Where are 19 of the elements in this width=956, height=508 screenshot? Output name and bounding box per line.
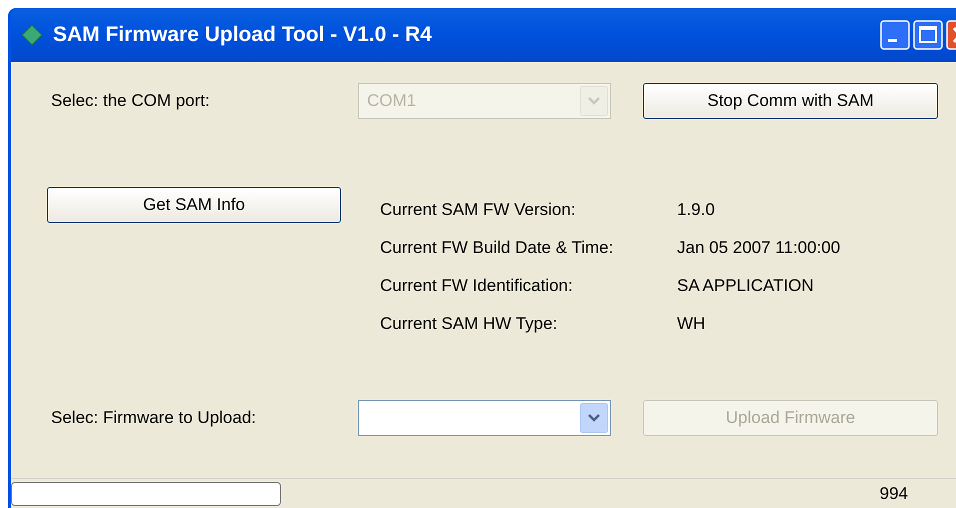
- firmware-label: Selec: Firmware to Upload:: [51, 407, 258, 430]
- info-value: Jan 05 2007 11:00:00: [677, 237, 840, 260]
- window-title: SAM Firmware Upload Tool - V1.0 - R4: [53, 22, 433, 48]
- button[interactable]: Stop Comm with SAM: [643, 83, 938, 119]
- button[interactable]: Get SAM Info: [47, 187, 341, 223]
- com-port-label: Selec: the COM port:: [51, 90, 211, 112]
- diamond-icon: [21, 24, 43, 46]
- minimize-icon[interactable]: [880, 20, 910, 50]
- dropdown-field[interactable]: [358, 400, 611, 436]
- info-value: SA APPLICATION: [677, 275, 814, 298]
- info-label: Current FW Build Date & Time:: [380, 237, 614, 260]
- info-label: Current FW Identification:: [380, 275, 574, 298]
- info-label: Current SAM HW Type:: [380, 313, 558, 336]
- dropdown-value: COM1: [366, 90, 418, 112]
- info-value: WH: [677, 313, 706, 336]
- info-label: Current SAM FW Version:: [380, 199, 577, 222]
- info-value: 1.9.0: [677, 199, 715, 222]
- maximize-icon[interactable]: [913, 20, 943, 50]
- status-count: 994: [880, 482, 908, 505]
